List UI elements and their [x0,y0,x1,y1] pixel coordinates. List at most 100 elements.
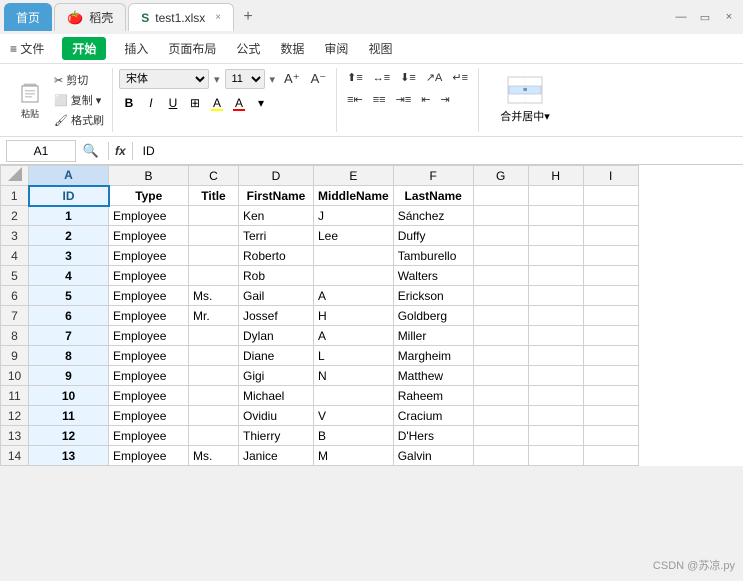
cell-4-H[interactable] [528,246,583,266]
cell-6-G[interactable] [473,286,528,306]
col-header-B[interactable]: B [109,166,189,186]
cell-7-G[interactable] [473,306,528,326]
col-header-F[interactable]: F [393,166,473,186]
cell-7-C[interactable]: Mr. [189,306,239,326]
cell-10-C[interactable] [189,366,239,386]
cell-1-G[interactable] [473,186,528,206]
cell-11-E[interactable] [314,386,394,406]
cell-8-I[interactable] [583,326,638,346]
align-left-button[interactable]: ≡⇤ [343,90,367,109]
col-header-C[interactable]: C [189,166,239,186]
col-header-D[interactable]: D [239,166,314,186]
add-tab-button[interactable]: + [236,5,260,29]
cell-5-H[interactable] [528,266,583,286]
cell-13-H[interactable] [528,426,583,446]
cell-6-E[interactable]: A [314,286,394,306]
border-button[interactable]: ⊞ [185,93,205,113]
cell-3-E[interactable]: Lee [314,226,394,246]
font-color-button[interactable]: A [229,93,249,113]
cell-5-A[interactable]: 4 [29,266,109,286]
merge-center-button[interactable]: ≡ 合并居中▾ [485,74,565,126]
cell-11-H[interactable] [528,386,583,406]
cell-12-A[interactable]: 11 [29,406,109,426]
cell-2-D[interactable]: Ken [239,206,314,226]
cell-1-D[interactable]: FirstName [239,186,314,206]
cell-10-F[interactable]: Matthew [393,366,473,386]
cell-3-G[interactable] [473,226,528,246]
cell-14-D[interactable]: Janice [239,446,314,466]
col-header-G[interactable]: G [473,166,528,186]
cell-9-B[interactable]: Employee [109,346,189,366]
cell-3-B[interactable]: Employee [109,226,189,246]
decrease-font-button[interactable]: A⁻ [307,68,331,90]
cell-2-A[interactable]: 1 [29,206,109,226]
ribbon-tab-data[interactable]: 数据 [278,36,306,61]
font-name-select[interactable]: 宋体 [119,69,209,89]
cell-5-C[interactable] [189,266,239,286]
ribbon-tab-insert[interactable]: 插入 [122,36,150,61]
ribbon-tab-file[interactable]: ≡ 文件 [8,36,46,61]
copy-button[interactable]: ⬜ 复制 ▾ [52,91,106,109]
cell-13-C[interactable] [189,426,239,446]
cell-4-A[interactable]: 3 [29,246,109,266]
cell-3-D[interactable]: Terri [239,226,314,246]
cell-6-B[interactable]: Employee [109,286,189,306]
cell-7-D[interactable]: Jossef [239,306,314,326]
row-number-cell[interactable]: 13 [1,426,29,446]
cell-12-H[interactable] [528,406,583,426]
cell-9-I[interactable] [583,346,638,366]
cell-4-B[interactable]: Employee [109,246,189,266]
cell-14-H[interactable] [528,446,583,466]
cell-14-I[interactable] [583,446,638,466]
ribbon-tab-formula[interactable]: 公式 [234,36,262,61]
cell-9-E[interactable]: L [314,346,394,366]
cell-10-H[interactable] [528,366,583,386]
cell-8-A[interactable]: 7 [29,326,109,346]
cell-11-I[interactable] [583,386,638,406]
cell-14-A[interactable]: 13 [29,446,109,466]
cell-1-I[interactable] [583,186,638,206]
ribbon-tab-start[interactable]: 开始 [62,37,106,60]
cell-8-E[interactable]: A [314,326,394,346]
bold-button[interactable]: B [119,93,139,113]
close-button[interactable]: × [719,7,739,27]
cell-9-H[interactable] [528,346,583,366]
cell-10-G[interactable] [473,366,528,386]
minimize-button[interactable]: — [671,7,691,27]
cell-6-H[interactable] [528,286,583,306]
cell-7-F[interactable]: Goldberg [393,306,473,326]
row-number-cell[interactable]: 11 [1,386,29,406]
row-number-cell[interactable]: 5 [1,266,29,286]
formula-input[interactable] [139,140,737,162]
cell-13-D[interactable]: Thierry [239,426,314,446]
cell-10-A[interactable]: 9 [29,366,109,386]
cell-4-D[interactable]: Roberto [239,246,314,266]
cell-12-F[interactable]: Cracium [393,406,473,426]
fill-color-button[interactable]: A [207,93,227,113]
select-all-icon[interactable] [8,167,22,181]
cell-10-E[interactable]: N [314,366,394,386]
cell-2-C[interactable] [189,206,239,226]
cell-6-D[interactable]: Gail [239,286,314,306]
cell-13-A[interactable]: 12 [29,426,109,446]
cell-7-E[interactable]: H [314,306,394,326]
cell-2-I[interactable] [583,206,638,226]
cell-2-B[interactable]: Employee [109,206,189,226]
cell-6-F[interactable]: Erickson [393,286,473,306]
cell-7-I[interactable] [583,306,638,326]
col-header-A[interactable]: A [29,166,109,186]
cell-3-C[interactable] [189,226,239,246]
underline-button[interactable]: U [163,93,183,113]
cell-2-F[interactable]: Sánchez [393,206,473,226]
cell-14-E[interactable]: M [314,446,394,466]
cell-5-I[interactable] [583,266,638,286]
cell-1-H[interactable] [528,186,583,206]
cell-11-D[interactable]: Michael [239,386,314,406]
cell-9-A[interactable]: 8 [29,346,109,366]
ribbon-tab-review[interactable]: 审阅 [322,36,350,61]
cell-5-F[interactable]: Walters [393,266,473,286]
cell-11-G[interactable] [473,386,528,406]
cell-14-F[interactable]: Galvin [393,446,473,466]
cell-13-F[interactable]: D'Hers [393,426,473,446]
cell-4-E[interactable] [314,246,394,266]
